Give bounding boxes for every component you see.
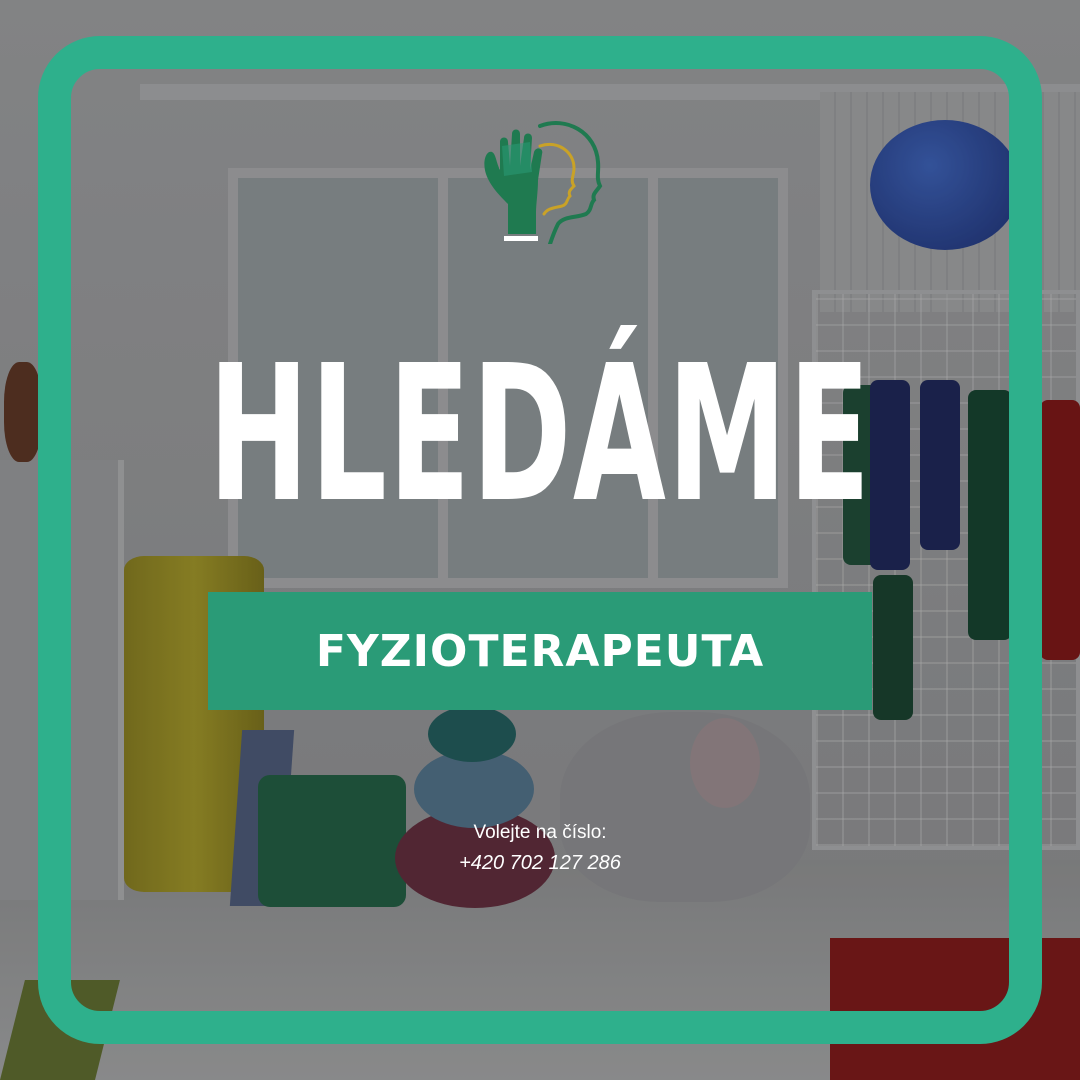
position-title: FYZIOTERAPEUTA (315, 625, 765, 677)
position-banner: FYZIOTERAPEUTA (208, 592, 872, 710)
headline: HLEDÁME (208, 325, 872, 544)
poster: HLEDÁME FYZIOTERAPEUTA Volejte na číslo:… (0, 0, 1080, 1080)
phone-number[interactable]: +420 702 127 286 (430, 848, 650, 878)
contact-block: Volejte na číslo: +420 702 127 286 (430, 818, 650, 878)
hand-and-head-profile-logo-icon (484, 121, 603, 244)
contact-label: Volejte na číslo: (473, 822, 607, 843)
